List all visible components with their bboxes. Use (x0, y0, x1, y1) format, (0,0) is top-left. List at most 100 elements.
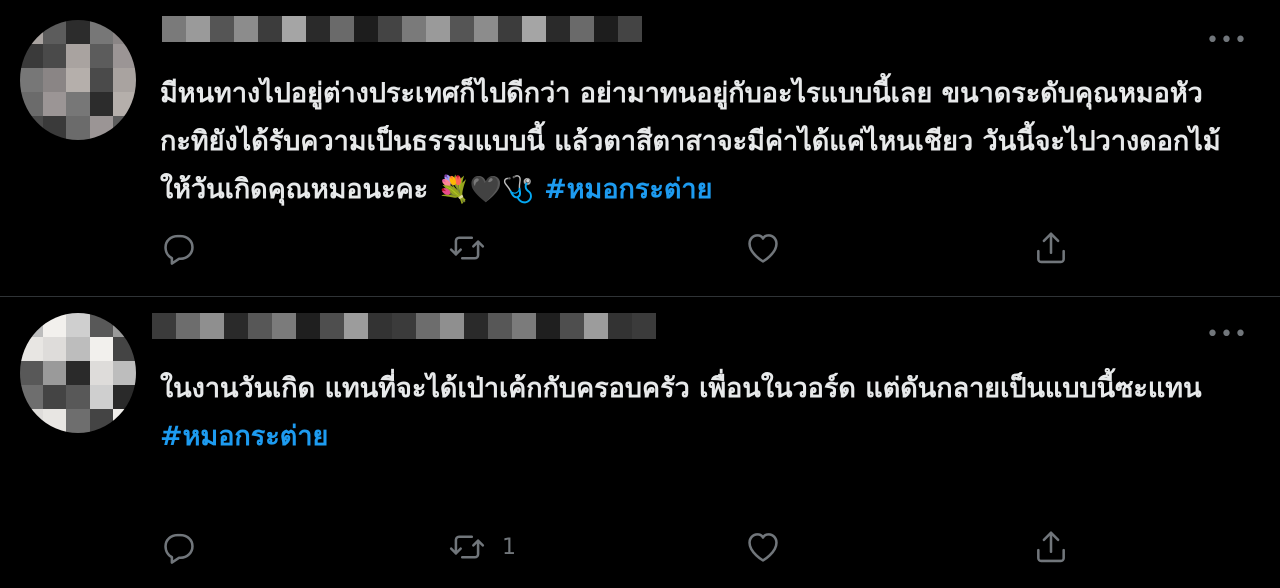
name-pixel (618, 16, 642, 42)
avatar-pixel (43, 116, 67, 140)
avatar-pixel (66, 361, 90, 385)
avatar-pixel (89, 92, 113, 116)
name-pixel (296, 313, 320, 339)
tweet-text-content: ในงานวันเกิด แทนที่จะได้เป่าเค้กกับครอบค… (160, 373, 1202, 404)
name-pixel (450, 16, 474, 42)
avatar-pixel (112, 337, 136, 361)
avatar-pixel (89, 361, 113, 385)
tweet-text: มีหนทางไปอยู่ต่างประเทศก็ไปดีกว่า อย่ามา… (160, 70, 1250, 214)
more-options-button[interactable]: ••• (1206, 324, 1247, 350)
name-pixel (426, 16, 450, 42)
name-pixel (210, 16, 234, 42)
retweet-icon (449, 535, 485, 559)
name-pixel (570, 16, 594, 42)
share-icon (1037, 232, 1065, 264)
avatar-pixel (43, 337, 67, 361)
avatar-pixel (20, 337, 44, 361)
avatar[interactable] (20, 20, 136, 140)
name-pixel (584, 313, 608, 339)
avatar-pixel (66, 68, 90, 92)
name-pixel (512, 313, 536, 339)
avatar-pixel (112, 409, 136, 433)
avatar-pixel (20, 20, 44, 44)
name-pixel (560, 313, 584, 339)
name-pixel (416, 313, 440, 339)
name-pixel (498, 16, 522, 42)
avatar-pixel (43, 44, 67, 68)
avatar-pixel (89, 20, 113, 44)
name-pixel (152, 313, 176, 339)
avatar-pixel (66, 44, 90, 68)
avatar-pixel (66, 385, 90, 409)
avatar-pixel (20, 361, 44, 385)
like-button[interactable] (744, 228, 782, 268)
name-pixel (186, 16, 210, 42)
name-pixel (200, 313, 224, 339)
avatar-pixel (66, 337, 90, 361)
avatar-pixel (112, 44, 136, 68)
tweet-1[interactable]: ••• มีหนทางไปอยู่ต่างประเทศก็ไปดีกว่า อย… (0, 0, 1280, 296)
name-pixel (234, 16, 258, 42)
name-pixel (224, 313, 248, 339)
avatar-pixel (20, 116, 44, 140)
avatar-pixel (112, 385, 136, 409)
share-button[interactable] (1032, 527, 1070, 567)
avatar-pixel (43, 409, 67, 433)
avatar-pixel (89, 313, 113, 337)
avatar-pixel (89, 44, 113, 68)
avatar-pixel (20, 68, 44, 92)
avatar-pixel (112, 68, 136, 92)
avatar-pixel (66, 116, 90, 140)
name-pixel (378, 16, 402, 42)
like-icon (748, 533, 778, 562)
share-button[interactable] (1032, 228, 1070, 268)
retweet-button[interactable] (448, 228, 502, 268)
avatar-pixel (43, 385, 67, 409)
reply-button[interactable] (160, 527, 198, 567)
avatar-pixel (112, 20, 136, 44)
avatar-pixel (43, 20, 67, 44)
more-options-button[interactable]: ••• (1206, 30, 1247, 56)
hashtag-link[interactable]: #หมอกระต่าย (160, 421, 328, 452)
name-pixel (368, 313, 392, 339)
avatar-pixel (20, 92, 44, 116)
name-pixel (258, 16, 282, 42)
avatar[interactable] (20, 313, 136, 433)
like-icon (748, 234, 778, 263)
avatar-pixel (43, 313, 67, 337)
avatar-pixel (89, 385, 113, 409)
name-pixel (488, 313, 512, 339)
avatar-pixel (112, 313, 136, 337)
reply-button[interactable] (160, 228, 198, 268)
name-pixel (344, 313, 368, 339)
avatar-pixel (43, 68, 67, 92)
avatar-pixel (89, 116, 113, 140)
retweet-count: 1 (502, 534, 516, 560)
avatar-pixel (112, 92, 136, 116)
tweet-actions: 1 (160, 527, 1080, 567)
name-pixel (392, 313, 416, 339)
avatar-pixel (66, 20, 90, 44)
author-name-blurred[interactable] (152, 313, 656, 339)
tweet-2[interactable]: ••• ในงานวันเกิด แทนที่จะได้เป่าเค้กกับค… (0, 297, 1280, 588)
tweet-actions (160, 228, 1080, 268)
name-pixel (248, 313, 272, 339)
avatar-pixel (66, 92, 90, 116)
avatar-pixel (66, 409, 90, 433)
avatar-pixel (89, 409, 113, 433)
hashtag-link[interactable]: #หมอกระต่าย (544, 174, 712, 205)
name-pixel (306, 16, 330, 42)
avatar-pixel (20, 44, 44, 68)
avatar-pixel (112, 361, 136, 385)
retweet-button[interactable]: 1 (448, 527, 516, 567)
avatar-pixel (20, 313, 44, 337)
reply-icon (164, 533, 194, 564)
emoji-group: 💐🖤🩺 (437, 175, 535, 205)
name-pixel (320, 313, 344, 339)
name-pixel (632, 313, 656, 339)
retweet-icon (449, 236, 485, 260)
author-name-blurred[interactable] (162, 16, 642, 42)
avatar-pixel (20, 385, 44, 409)
like-button[interactable] (744, 527, 782, 567)
tweet-text: ในงานวันเกิด แทนที่จะได้เป่าเค้กกับครอบค… (160, 365, 1250, 461)
